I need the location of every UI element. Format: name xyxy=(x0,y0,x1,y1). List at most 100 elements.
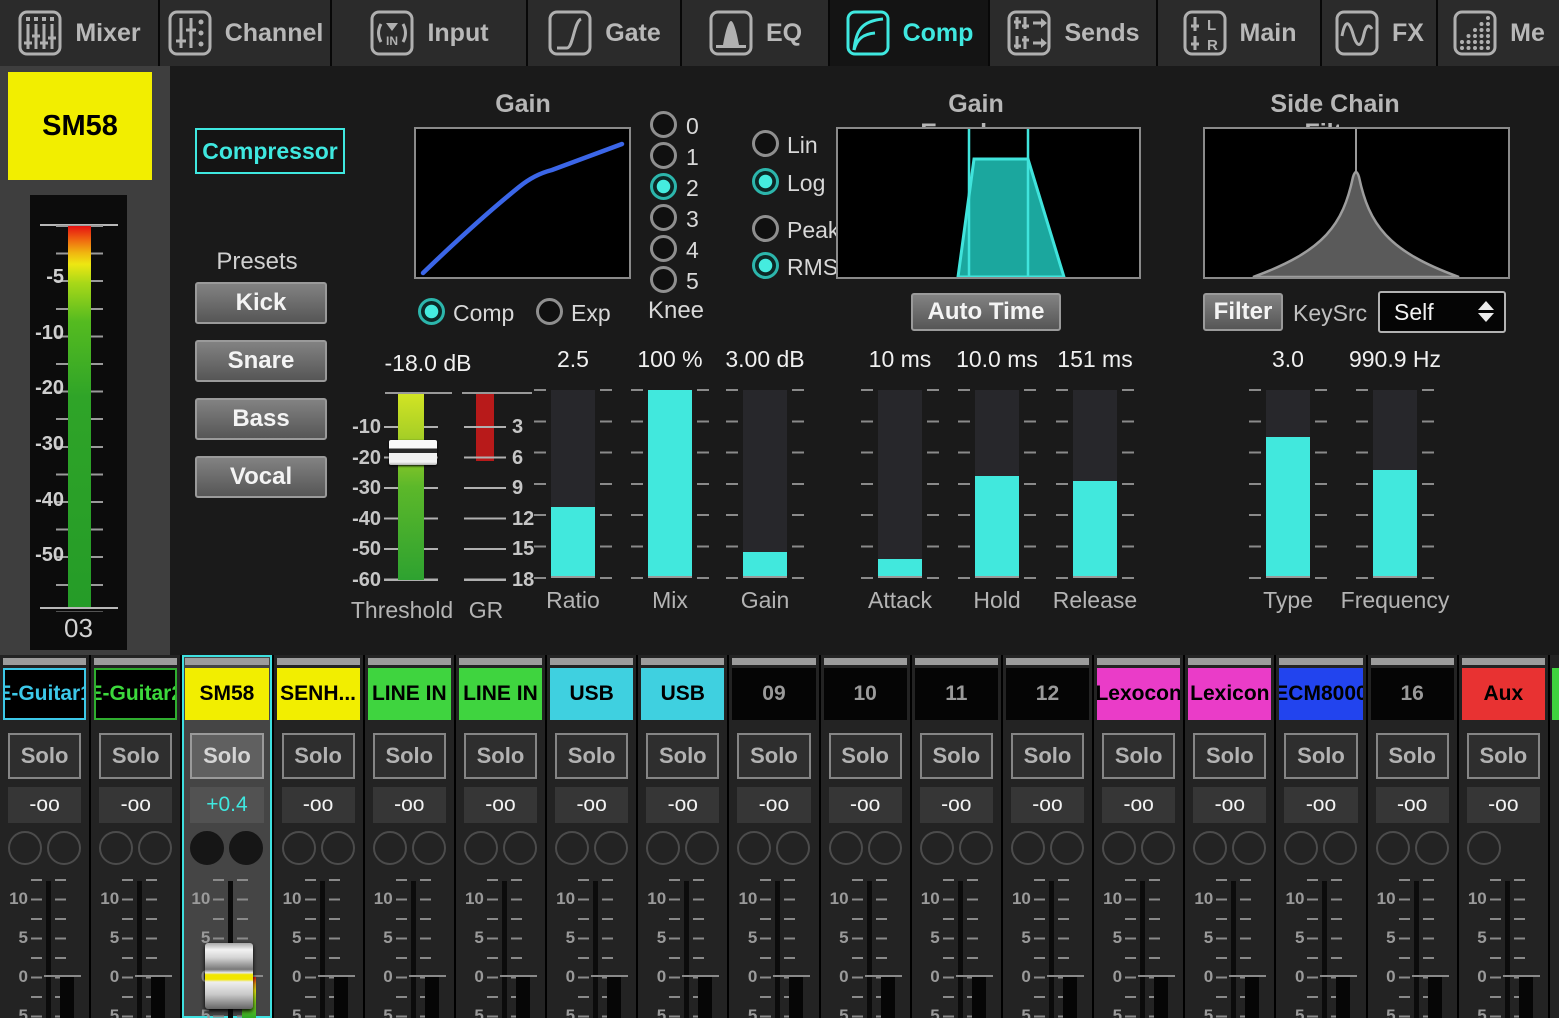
solo-button[interactable]: Solo xyxy=(920,733,993,779)
channel-name-label[interactable]: LINE IN xyxy=(459,668,542,720)
channel-name-label[interactable]: LINE IN xyxy=(368,668,451,720)
pan-knob-icon[interactable] xyxy=(321,831,355,865)
tab-eq[interactable]: EQ xyxy=(682,0,830,66)
channel-name-label[interactable]: 11 xyxy=(915,668,998,720)
fader-track[interactable] xyxy=(502,881,507,1018)
channel-strip[interactable]: Aux Solo -oo 10505 xyxy=(1459,655,1548,1018)
fader-track[interactable] xyxy=(1231,881,1236,1018)
fader-track[interactable] xyxy=(775,881,780,1018)
fader-track[interactable] xyxy=(46,881,51,1018)
pan-knob-icon[interactable] xyxy=(1050,831,1084,865)
ratio-fader[interactable] xyxy=(551,390,595,578)
preset-vocal-button[interactable]: Vocal xyxy=(195,456,327,498)
channel-strip[interactable]: ECM8000 Solo -oo 10505 xyxy=(1276,655,1365,1018)
tab-gate[interactable]: Gate xyxy=(528,0,682,66)
solo-button[interactable]: Solo xyxy=(555,733,628,779)
channel-name-label[interactable]: 16 xyxy=(1371,668,1454,720)
channel-scribble-strip[interactable]: SM58 xyxy=(8,72,152,180)
fader-track[interactable] xyxy=(1140,881,1145,1018)
pan-knob-icon[interactable] xyxy=(47,831,81,865)
pan-knob-icon[interactable] xyxy=(8,831,42,865)
mix-fader[interactable] xyxy=(648,390,692,578)
pan-knob-icon[interactable] xyxy=(99,831,133,865)
release-fader[interactable] xyxy=(1073,390,1117,578)
keysrc-dropdown[interactable]: Self xyxy=(1378,291,1506,333)
solo-button[interactable]: Solo xyxy=(1467,733,1540,779)
knee-2-radio[interactable] xyxy=(650,173,677,200)
solo-button[interactable]: Solo xyxy=(190,733,263,779)
channel-name-label[interactable]: 09 xyxy=(732,668,815,720)
tab-input[interactable]: IN Input xyxy=(332,0,528,66)
filter-button[interactable]: Filter xyxy=(1203,293,1283,331)
channel-name-label[interactable]: Aux xyxy=(1462,668,1545,720)
channel-name-label[interactable]: SENH... xyxy=(277,668,360,720)
fader-track[interactable] xyxy=(1322,881,1327,1018)
pan-knob-icon[interactable] xyxy=(412,831,446,865)
channel-name-label[interactable]: USB xyxy=(550,668,633,720)
channel-strip[interactable]: E-Guitar2 Solo -oo 10505 xyxy=(91,655,180,1018)
channel-strip[interactable]: Lexocon Solo -oo 10505 xyxy=(1094,655,1183,1018)
fader-track[interactable] xyxy=(320,881,325,1018)
fader-track[interactable] xyxy=(1505,881,1510,1018)
pan-knob-icon[interactable] xyxy=(1284,831,1318,865)
pan-knob-icon[interactable] xyxy=(1232,831,1266,865)
pan-knob-icon[interactable] xyxy=(464,831,498,865)
knee-5-radio[interactable] xyxy=(650,266,677,293)
pan-knob-icon[interactable] xyxy=(685,831,719,865)
tab-mixer[interactable]: Mixer xyxy=(0,0,160,66)
solo-button[interactable]: Solo xyxy=(1193,733,1266,779)
channel-strip[interactable]: 11 Solo -oo 10505 xyxy=(912,655,1001,1018)
solo-button[interactable]: Solo xyxy=(646,733,719,779)
fader-track[interactable] xyxy=(867,881,872,1018)
preset-kick-button[interactable]: Kick xyxy=(195,282,327,324)
solo-button[interactable]: Solo xyxy=(99,733,172,779)
tab-channel[interactable]: Channel xyxy=(160,0,332,66)
rms-radio[interactable] xyxy=(752,252,779,279)
tab-sends[interactable]: Sends xyxy=(990,0,1158,66)
channel-name-label[interactable]: USB xyxy=(641,668,724,720)
fader-track[interactable] xyxy=(958,881,963,1018)
tab-main[interactable]: LR Main xyxy=(1158,0,1322,66)
fader-track[interactable] xyxy=(684,881,689,1018)
log-radio[interactable] xyxy=(752,168,779,195)
pan-knob-icon[interactable] xyxy=(1141,831,1175,865)
channel-strip[interactable]: LINE IN Solo -oo 10505 xyxy=(456,655,545,1018)
solo-button[interactable]: Solo xyxy=(464,733,537,779)
knee-1-radio[interactable] xyxy=(650,142,677,169)
channel-strip[interactable]: SM58 Solo +0.4 10505 xyxy=(182,655,271,1018)
threshold-slider-handle[interactable] xyxy=(389,440,437,465)
frequency-fader[interactable] xyxy=(1373,390,1417,578)
pan-knob-icon[interactable] xyxy=(1415,831,1449,865)
channel-strip[interactable]: USB Solo -oo 10505 xyxy=(547,655,636,1018)
preset-snare-button[interactable]: Snare xyxy=(195,340,327,382)
solo-button[interactable]: Solo xyxy=(8,733,81,779)
pan-knob-icon[interactable] xyxy=(555,831,589,865)
pan-knob-icon[interactable] xyxy=(190,831,224,865)
tab-meters[interactable]: Me xyxy=(1438,0,1559,66)
fader-track[interactable] xyxy=(411,881,416,1018)
pan-knob-icon[interactable] xyxy=(646,831,680,865)
tab-fx[interactable]: FX xyxy=(1322,0,1438,66)
attack-fader[interactable] xyxy=(878,390,922,578)
pan-knob-icon[interactable] xyxy=(1102,831,1136,865)
channel-name-label[interactable]: ECM8000 xyxy=(1279,668,1362,720)
pan-knob-icon[interactable] xyxy=(229,831,263,865)
solo-button[interactable]: Solo xyxy=(1376,733,1449,779)
pan-knob-icon[interactable] xyxy=(373,831,407,865)
solo-button[interactable]: Solo xyxy=(1284,733,1357,779)
knee-0-radio[interactable] xyxy=(650,111,677,138)
channel-strip[interactable]: SENH... Solo -oo 10505 xyxy=(274,655,363,1018)
solo-button[interactable]: Solo xyxy=(1102,733,1175,779)
pan-knob-icon[interactable] xyxy=(737,831,771,865)
channel-name-label[interactable]: Lexicon xyxy=(1188,668,1271,720)
pan-knob-icon[interactable] xyxy=(1467,831,1501,865)
solo-button[interactable]: Solo xyxy=(1011,733,1084,779)
pan-knob-icon[interactable] xyxy=(1193,831,1227,865)
type-fader[interactable] xyxy=(1266,390,1310,578)
fader-track[interactable] xyxy=(593,881,598,1018)
solo-button[interactable]: Solo xyxy=(737,733,810,779)
channel-name-label[interactable]: Lexocon xyxy=(1097,668,1180,720)
solo-button[interactable]: Solo xyxy=(373,733,446,779)
channel-name-label[interactable]: 10 xyxy=(824,668,907,720)
pan-knob-icon[interactable] xyxy=(138,831,172,865)
